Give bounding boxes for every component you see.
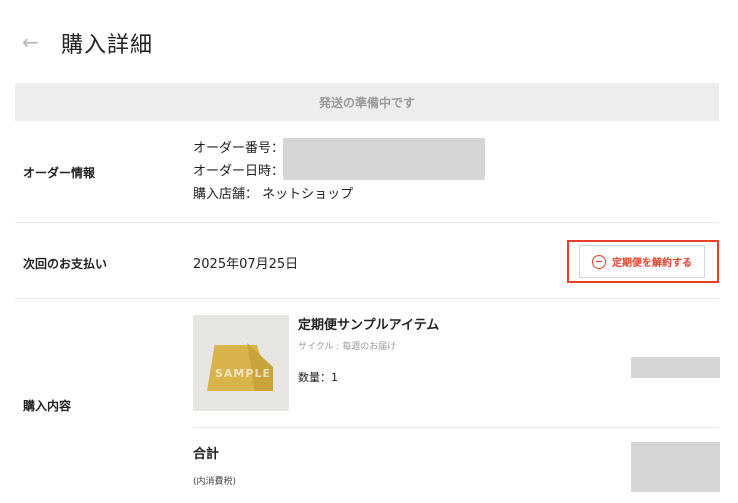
quantity-label: 数量：	[298, 371, 331, 384]
minus-circle-icon	[592, 254, 606, 269]
next-payment-date: 2025年07月25日	[193, 257, 299, 272]
purchase-section: 購入内容 SAMPLE 定期便サンプルアイテム サイクル : 毎週のお届け 数量…	[15, 299, 720, 503]
divider	[193, 427, 719, 428]
next-payment-section: 次回のお支払い 2025年07月25日 定期便を解約する	[15, 223, 719, 299]
order-info-section: オーダー情報 オーダー番号： オーダー日時： 購入店舗： ネットショップ	[15, 121, 719, 223]
store-row: 購入店舗： ネットショップ	[193, 183, 353, 206]
quantity-value: 1	[331, 371, 338, 384]
cancel-subscription-label: 定期便を解約する	[612, 258, 692, 269]
cancel-subscription-button[interactable]: 定期便を解約する	[579, 245, 705, 278]
redacted-item-price	[631, 357, 720, 378]
next-payment-label: 次回のお支払い	[23, 257, 108, 271]
order-info-label: オーダー情報	[23, 166, 96, 180]
back-arrow-icon[interactable]: ←	[22, 31, 42, 53]
purchase-label: 購入内容	[23, 399, 72, 413]
store-value: ネットショップ	[262, 187, 354, 202]
quantity: 数量：1	[298, 369, 338, 385]
product-image[interactable]: SAMPLE	[193, 315, 289, 411]
header: ← 購入詳細	[0, 0, 738, 83]
sample-watermark: SAMPLE	[215, 367, 271, 380]
delivery-cycle: サイクル : 毎週のお届け	[298, 342, 397, 352]
total-label: 合計	[193, 447, 220, 462]
order-number-label: オーダー番号：	[193, 141, 285, 156]
redacted-order-values	[283, 138, 485, 180]
store-label: 購入店舗：	[193, 187, 259, 202]
order-datetime-label: オーダー日時：	[193, 164, 285, 179]
shipping-status-bar: 発送の準備中です	[15, 83, 719, 121]
page-title: 購入詳細	[61, 33, 154, 58]
item-name[interactable]: 定期便サンプルアイテム	[298, 314, 439, 333]
redacted-total-price	[631, 442, 720, 492]
status-text: 発送の準備中です	[318, 95, 415, 110]
tax-note: (内消費税)	[193, 477, 237, 487]
